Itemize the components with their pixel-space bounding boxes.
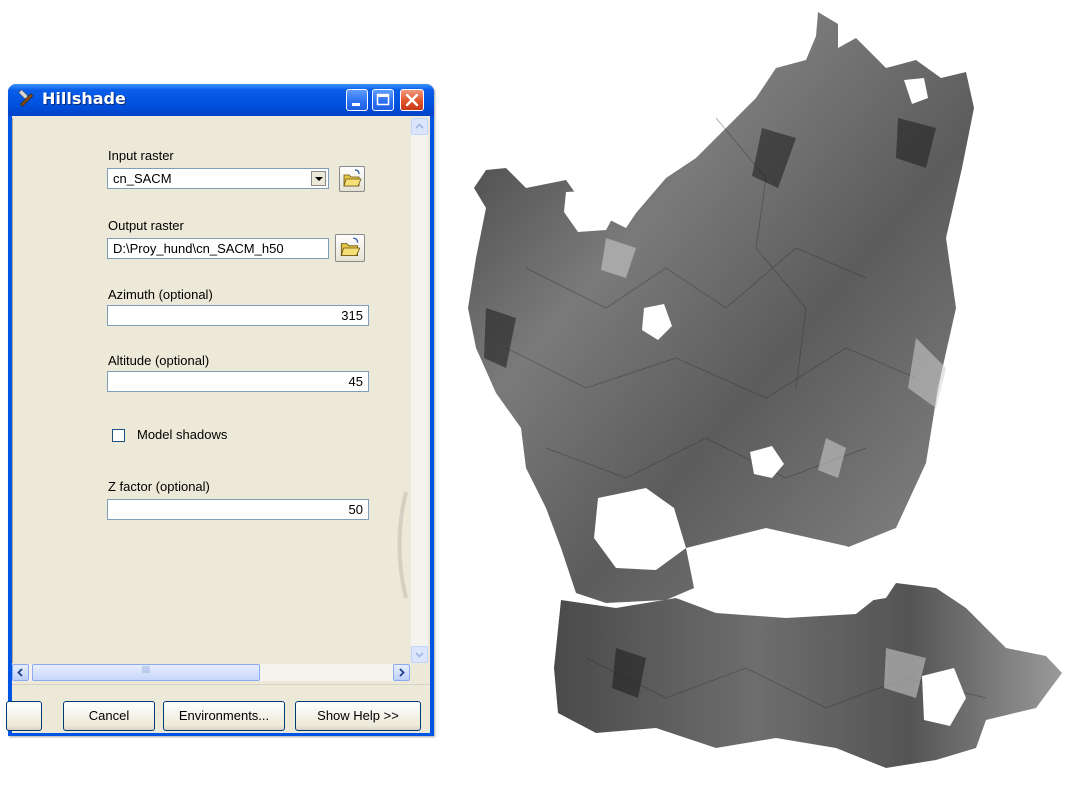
scroll-right-button[interactable] <box>393 664 410 681</box>
model-shadows-label: Model shadows <box>137 427 228 442</box>
window-title: Hillshade <box>42 89 126 108</box>
show-help-button[interactable]: Show Help >> <box>295 701 421 731</box>
input-raster-label: Input raster <box>108 148 174 163</box>
scroll-left-button[interactable] <box>12 664 29 681</box>
z-factor-field[interactable]: 50 <box>107 499 369 520</box>
minimize-icon <box>352 103 360 106</box>
grip-icon <box>142 666 150 673</box>
button-bar: Cancel Environments... Show Help >> <box>6 684 430 733</box>
horizontal-scrollbar[interactable] <box>12 664 410 681</box>
output-raster-field[interactable]: D:\Proy_hund\cn_SACM_h50 <box>107 238 329 259</box>
model-shadows-checkbox[interactable] <box>112 429 125 442</box>
input-raster-value: cn_SACM <box>113 171 172 186</box>
scroll-thumb[interactable] <box>32 664 260 681</box>
chevron-up-icon <box>415 123 424 129</box>
maximize-icon <box>376 93 390 106</box>
output-raster-browse-button[interactable] <box>335 234 365 262</box>
title-bar[interactable]: Hillshade <box>8 84 434 116</box>
altitude-label: Altitude (optional) <box>108 353 210 368</box>
hammer-icon <box>16 89 36 110</box>
scroll-up-button[interactable] <box>411 118 428 135</box>
vertical-scrollbar[interactable] <box>411 118 428 663</box>
cancel-button[interactable]: Cancel <box>63 701 155 731</box>
azimuth-field[interactable]: 315 <box>107 305 369 326</box>
hillshade-dialog: Hillshade Input raster cn_SACM Output ra… <box>6 84 434 736</box>
close-icon <box>405 93 419 107</box>
form-panel: Input raster cn_SACM Output raster D:\Pr… <box>12 118 411 663</box>
chevron-left-icon <box>17 668 23 677</box>
hillshade-map-image <box>468 12 1062 768</box>
ok-button[interactable] <box>6 701 42 731</box>
altitude-field[interactable]: 45 <box>107 371 369 392</box>
output-raster-label: Output raster <box>108 218 184 233</box>
chevron-down-icon <box>415 652 424 658</box>
chevron-down-icon[interactable] <box>311 171 326 186</box>
z-factor-label: Z factor (optional) <box>108 479 210 494</box>
close-button[interactable] <box>400 89 424 111</box>
minimize-button[interactable] <box>346 89 368 111</box>
input-raster-combo[interactable]: cn_SACM <box>107 168 329 189</box>
input-raster-browse-button[interactable] <box>339 166 365 192</box>
chevron-right-icon <box>399 668 405 677</box>
azimuth-label: Azimuth (optional) <box>108 287 213 302</box>
resize-arc-decoration <box>397 491 408 599</box>
scroll-down-button[interactable] <box>411 646 428 663</box>
open-folder-icon <box>343 169 362 187</box>
open-folder-icon <box>340 237 361 257</box>
environments-button[interactable]: Environments... <box>163 701 285 731</box>
maximize-button[interactable] <box>372 89 394 111</box>
dialog-client-area: Input raster cn_SACM Output raster D:\Pr… <box>6 116 430 733</box>
